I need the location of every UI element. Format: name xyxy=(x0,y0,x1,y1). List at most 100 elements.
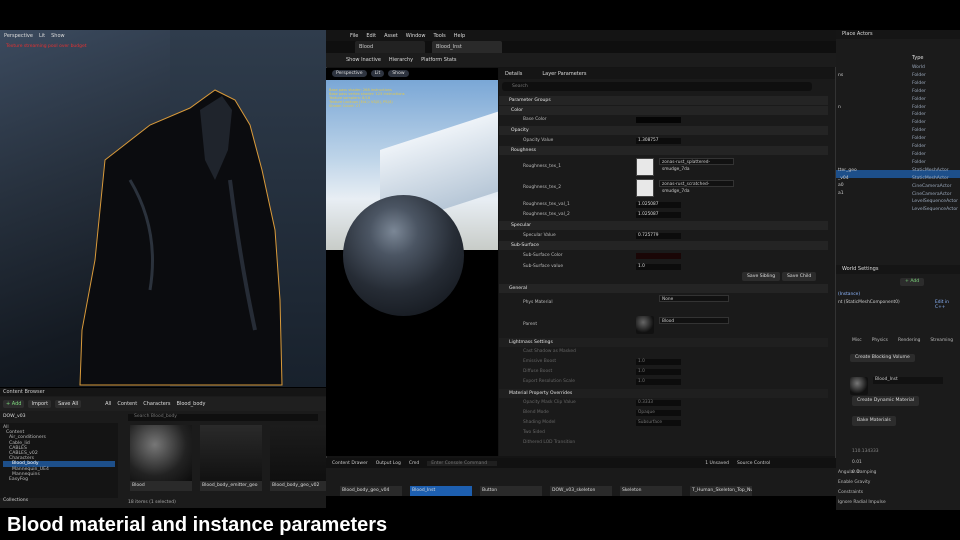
name-cell[interactable]: ns xyxy=(838,72,908,80)
breadcrumb-item[interactable]: Content xyxy=(117,401,137,407)
asset-tile[interactable]: Skeleton xyxy=(620,486,682,496)
name-cell[interactable] xyxy=(838,135,908,143)
preview-perspective-button[interactable]: Perspective xyxy=(332,70,367,77)
phys-material-dropdown[interactable]: None xyxy=(659,295,729,302)
create-dynamic-material-button[interactable]: Create Dynamic Material xyxy=(852,396,920,406)
roughness-tex-2-dropdown[interactable]: zonas-rust_scratched-smudge_7da xyxy=(659,180,734,194)
lm-field[interactable]: 1.0 xyxy=(636,379,681,385)
create-blocking-volume-dropdown[interactable]: Create Blocking Volume xyxy=(850,354,915,362)
level-viewport[interactable] xyxy=(0,30,326,387)
cmd-dropdown[interactable]: Cmd xyxy=(409,461,419,466)
details-search-input[interactable]: Search xyxy=(502,82,812,91)
material-thumbnail[interactable] xyxy=(850,377,868,395)
asset-tile[interactable]: Blood_body_geo_v02 xyxy=(270,425,326,491)
section-parameter-groups[interactable]: Parameter Groups xyxy=(499,96,828,105)
import-button[interactable]: Import xyxy=(28,400,52,408)
name-cell[interactable] xyxy=(838,119,908,127)
section-specular[interactable]: Specular xyxy=(499,221,828,230)
selected-character-mesh[interactable] xyxy=(0,30,326,387)
perspective-menu[interactable]: Perspective xyxy=(4,33,33,39)
tab-blood-inst[interactable]: Blood_Inst xyxy=(432,41,502,53)
subsurface-color-swatch[interactable] xyxy=(636,253,681,259)
save-child-button[interactable]: Save Child xyxy=(782,272,817,281)
tree-item[interactable]: EasyFog xyxy=(3,477,115,482)
save-sibling-button[interactable]: Save Sibling xyxy=(742,272,781,281)
prop-field[interactable]: 0.0 xyxy=(852,470,859,475)
lm-field[interactable]: 1.0 xyxy=(636,369,681,375)
name-cell[interactable] xyxy=(838,88,908,96)
subsurface-value-field[interactable]: 1.0 xyxy=(636,264,681,270)
ov-field[interactable]: Opaque xyxy=(636,410,681,416)
collections-label[interactable]: Collections xyxy=(3,498,28,503)
ov-field[interactable]: 0.3333 xyxy=(636,400,681,406)
material-dropdown[interactable]: Blood_Inst xyxy=(873,377,943,384)
unsaved-indicator[interactable]: 1 Unsaved xyxy=(705,461,729,466)
bake-materials-button[interactable]: Bake Materials xyxy=(852,416,896,426)
section-lightmass[interactable]: Lightmass Settings xyxy=(499,338,828,347)
lit-menu[interactable]: Lit xyxy=(39,33,45,39)
menu-help[interactable]: Help xyxy=(454,33,465,39)
filter-tab[interactable]: Misc xyxy=(852,338,862,343)
section-roughness[interactable]: Roughness xyxy=(499,146,828,155)
name-cell[interactable] xyxy=(838,96,908,104)
add-button[interactable]: + Add xyxy=(3,400,25,408)
name-cell[interactable]: tter_geo xyxy=(838,167,908,175)
save-all-button[interactable]: Save All xyxy=(55,400,82,408)
type-column-header[interactable]: Type xyxy=(912,55,923,61)
roughness-val-2-field[interactable]: 1.025087 xyxy=(636,212,681,218)
section-color[interactable]: Color xyxy=(499,106,828,115)
section-general[interactable]: General xyxy=(499,284,828,293)
tab-details[interactable]: Details xyxy=(505,71,522,77)
name-cell[interactable] xyxy=(838,159,908,167)
asset-tile[interactable]: DOW_v03_skeleton xyxy=(550,486,612,496)
parent-thumbnail[interactable] xyxy=(636,316,654,334)
opacity-value-field[interactable]: 1.308757 xyxy=(636,138,681,144)
component-label[interactable]: nt (StaticMeshComponent0) xyxy=(838,300,900,305)
source-control-button[interactable]: Source Control xyxy=(737,461,770,466)
name-cell[interactable] xyxy=(838,143,908,151)
filter-tab[interactable]: Streaming xyxy=(930,338,953,343)
roughness-tex-1-dropdown[interactable]: zonas-rust_splattered-smudge_7da xyxy=(659,158,734,172)
name-cell[interactable]: a0 xyxy=(838,182,908,190)
name-cell[interactable] xyxy=(838,151,908,159)
preview-show-button[interactable]: Show xyxy=(388,70,409,77)
section-overrides[interactable]: Material Property Overrides xyxy=(499,389,828,398)
preview-lit-button[interactable]: Lit xyxy=(370,70,385,77)
content-drawer-button[interactable]: Content Drawer xyxy=(332,461,368,466)
name-cell[interactable] xyxy=(838,80,908,88)
output-log-button[interactable]: Output Log xyxy=(376,461,401,466)
asset-tile-selected[interactable]: Blood_Inst xyxy=(410,486,472,496)
name-cell[interactable]: _v04 xyxy=(838,175,908,183)
hierarchy-button[interactable]: Hierarchy xyxy=(389,57,413,63)
menu-tools[interactable]: Tools xyxy=(433,33,445,39)
asset-tile[interactable]: Blood_body_emitter_geo xyxy=(200,425,262,491)
menu-window[interactable]: Window xyxy=(406,33,426,39)
show-menu[interactable]: Show xyxy=(51,33,65,39)
name-cell[interactable]: n xyxy=(838,104,908,112)
details-add-button[interactable]: + Add xyxy=(900,278,925,286)
filter-tab[interactable]: Rendering xyxy=(898,338,920,343)
numeric-field[interactable]: 0.01 xyxy=(852,460,862,465)
lm-field[interactable]: 1.0 xyxy=(636,359,681,365)
name-cell[interactable] xyxy=(838,111,908,119)
base-color-swatch[interactable] xyxy=(636,117,681,123)
tab-layer-parameters[interactable]: Layer Parameters xyxy=(542,71,586,77)
name-cell[interactable] xyxy=(838,198,908,206)
ov-field[interactable]: Subsurface xyxy=(636,420,681,426)
parent-dropdown[interactable]: Blood xyxy=(659,317,729,324)
menu-asset[interactable]: Asset xyxy=(384,33,398,39)
edit-cpp-link[interactable]: Edit in C++ xyxy=(935,300,960,310)
asset-search-input[interactable]: Search Blood_body xyxy=(128,414,318,421)
asset-tile[interactable]: Blood_body_geo_v04 xyxy=(340,486,402,496)
roughness-tex-1-thumbnail[interactable] xyxy=(636,158,654,176)
world-settings-tab[interactable]: World Settings xyxy=(836,265,960,274)
console-input[interactable]: Enter Console Command xyxy=(427,460,498,466)
asset-tile[interactable]: T_Human_Skeleton_Top_Num1_Morph_e xyxy=(690,486,752,496)
show-inactive-button[interactable]: Show Inactive xyxy=(346,57,381,63)
section-opacity[interactable]: Opacity xyxy=(499,126,828,135)
asset-tile[interactable]: Blood xyxy=(130,425,192,491)
menu-file[interactable]: File xyxy=(350,33,358,39)
filter-tab[interactable]: Physics xyxy=(872,338,888,343)
breadcrumb-item[interactable]: All xyxy=(105,401,111,407)
breadcrumb-item[interactable]: Characters xyxy=(143,401,170,407)
